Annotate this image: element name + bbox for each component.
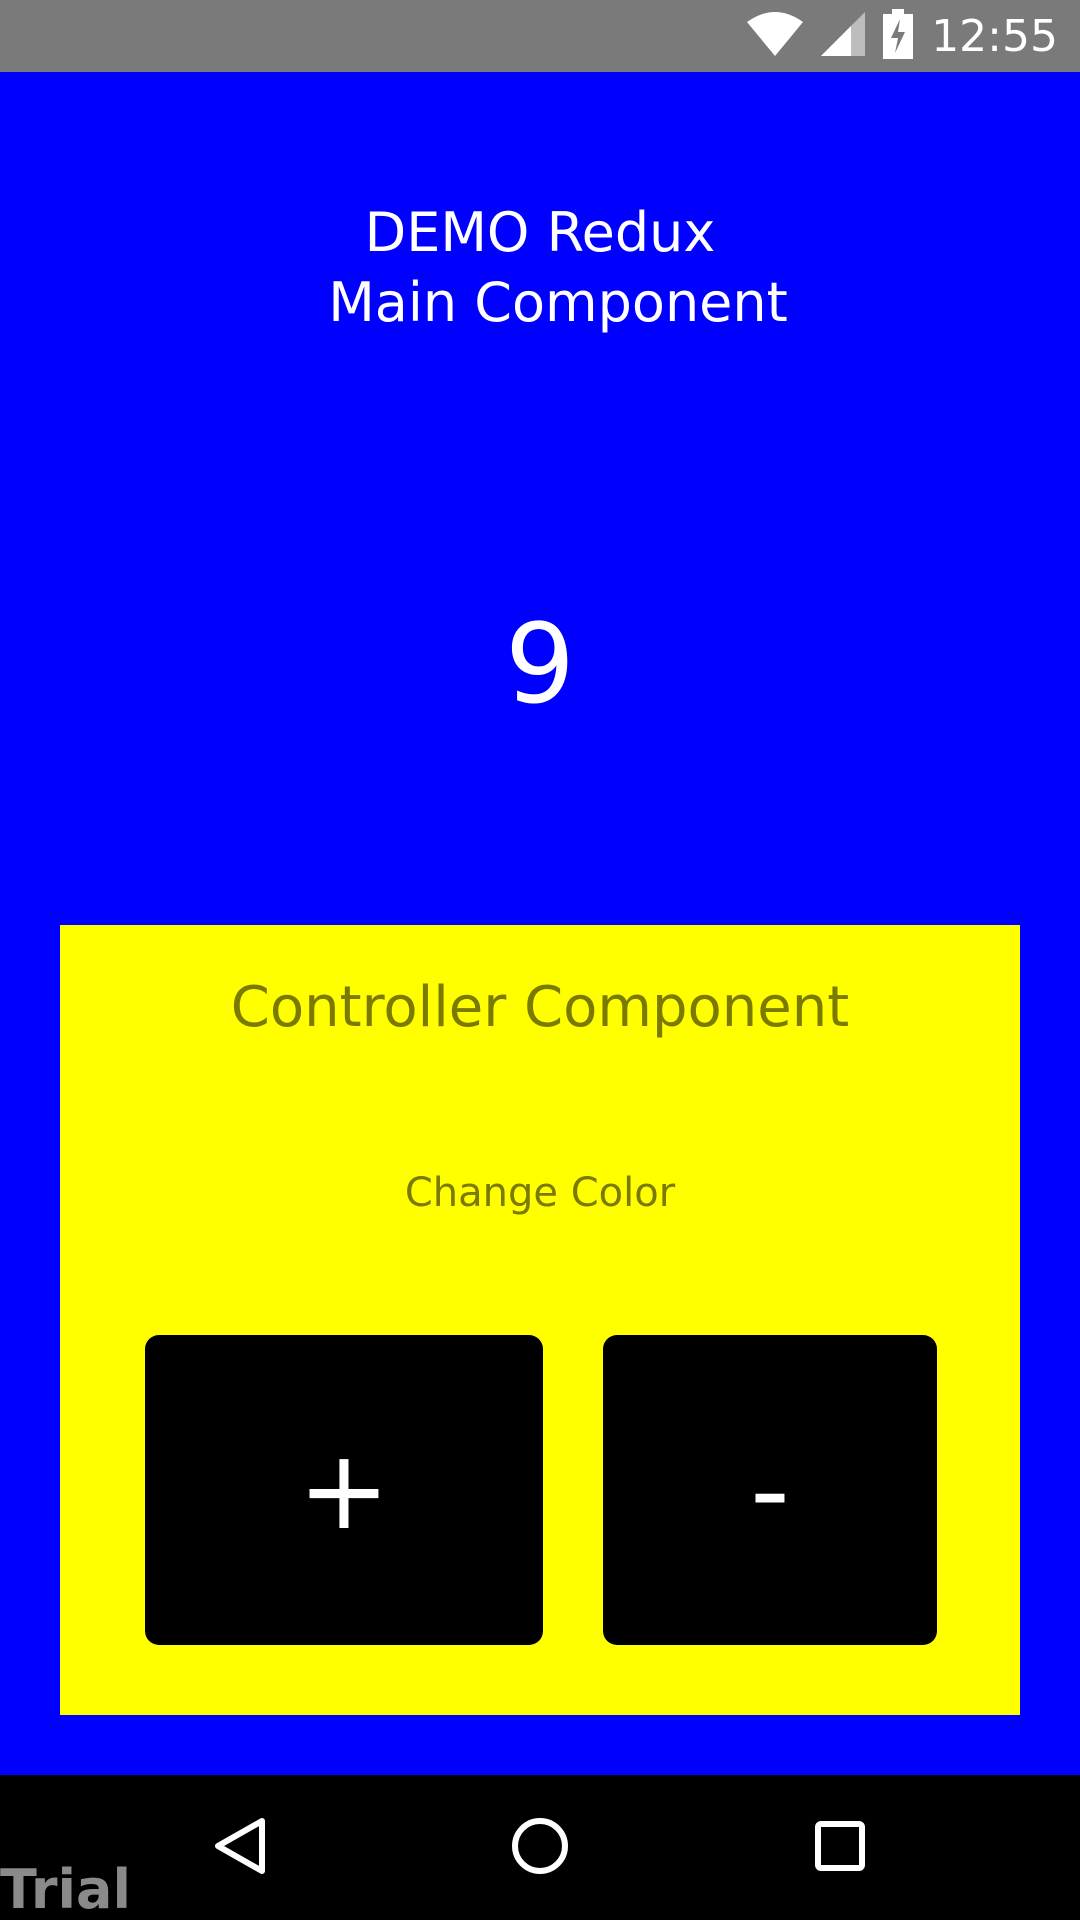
home-icon bbox=[510, 1816, 570, 1880]
status-bar: 12:55 bbox=[0, 0, 1080, 72]
navigation-bar: Trial bbox=[0, 1775, 1080, 1920]
decrement-label: - bbox=[750, 1426, 790, 1554]
counter-value: 9 bbox=[505, 600, 575, 728]
home-button[interactable] bbox=[460, 1775, 620, 1920]
status-time: 12:55 bbox=[931, 10, 1058, 62]
controller-component: Controller Component Change Color + - bbox=[60, 925, 1020, 1715]
decrement-button[interactable]: - bbox=[603, 1335, 937, 1645]
signal-icon bbox=[821, 12, 866, 60]
main-title-line1: DEMO Redux bbox=[364, 201, 716, 264]
recents-icon bbox=[814, 1820, 866, 1876]
status-icons: 12:55 bbox=[747, 0, 1058, 72]
app-screen: 12:55 DEMO Redux Main Component 9 Contro… bbox=[0, 0, 1080, 1920]
increment-button[interactable]: + bbox=[145, 1335, 543, 1645]
trial-watermark: Trial bbox=[0, 1858, 131, 1920]
recents-button[interactable] bbox=[760, 1775, 920, 1920]
change-color-button[interactable]: Change Color bbox=[60, 1170, 1020, 1216]
main-title: DEMO Redux Main Component bbox=[0, 198, 1080, 338]
controller-title: Controller Component bbox=[230, 975, 850, 1040]
increment-label: + bbox=[297, 1426, 391, 1554]
battery-charging-icon bbox=[883, 9, 914, 63]
back-button[interactable] bbox=[160, 1775, 320, 1920]
wifi-icon bbox=[747, 12, 804, 60]
back-icon bbox=[212, 1816, 268, 1880]
main-title-line2: Main Component bbox=[328, 271, 788, 334]
